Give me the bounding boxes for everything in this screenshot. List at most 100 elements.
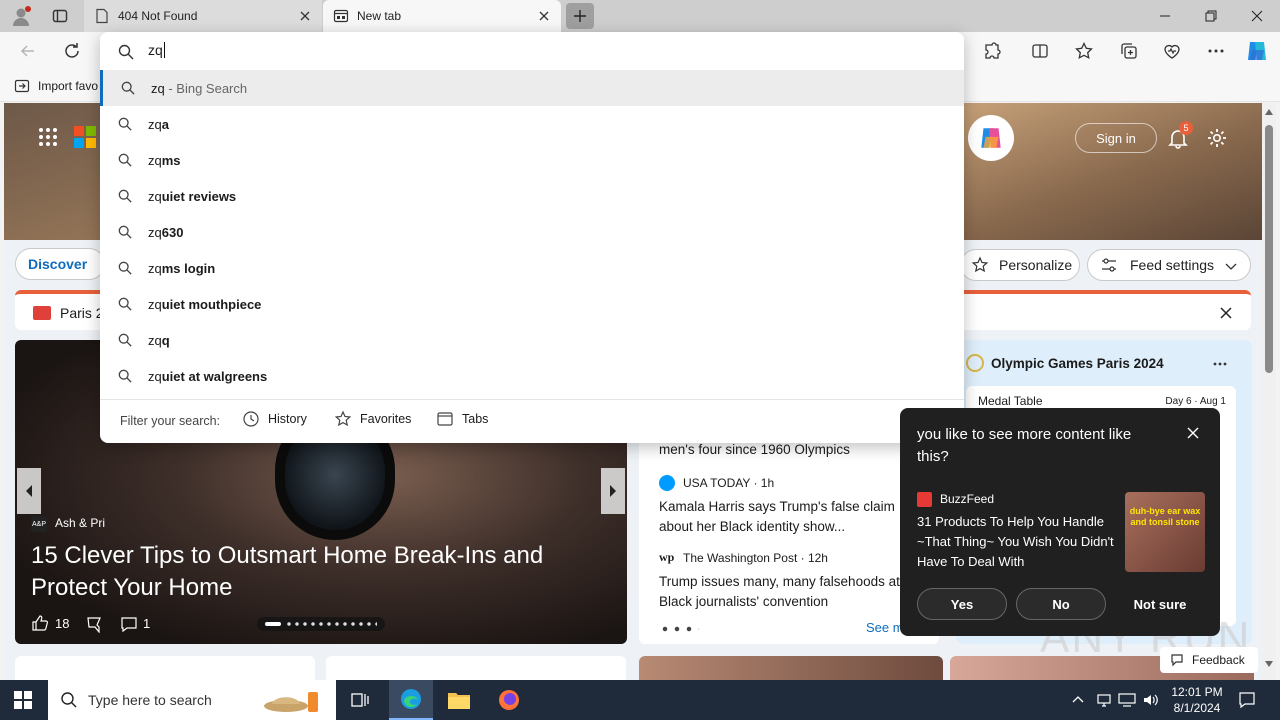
pagination-dots[interactable] — [659, 626, 699, 632]
tab-new-tab[interactable]: New tab — [323, 0, 561, 32]
address-input[interactable]: zq — [148, 42, 165, 58]
show-hidden-icons-chevron-icon[interactable] — [1071, 693, 1085, 707]
search-icon — [118, 153, 132, 167]
search-icon — [118, 261, 132, 275]
suggestion-text: zqq — [148, 333, 170, 348]
suggestion-item[interactable]: zq630 — [100, 214, 964, 250]
suggestion-item[interactable]: zqms login — [100, 250, 964, 286]
no-button[interactable]: No — [1016, 588, 1106, 620]
tab-discover[interactable]: Discover — [15, 248, 105, 280]
close-tab-icon[interactable] — [298, 9, 312, 23]
suggestion-item[interactable]: zq - Bing Search — [100, 70, 964, 106]
firefox-icon[interactable] — [497, 688, 521, 712]
profile-avatar-icon[interactable] — [10, 5, 32, 27]
browser-essentials-icon[interactable] — [1162, 41, 1182, 61]
suggestion-item[interactable]: zqa — [100, 106, 964, 142]
filter-favorites-label: Favorites — [360, 412, 412, 426]
notifications-center-icon[interactable] — [1238, 691, 1256, 709]
carousel-dots[interactable] — [257, 617, 385, 631]
suggestion-text: zquiet at walgreens — [148, 369, 267, 384]
tab-strip: 404 Not Found New tab — [0, 0, 1280, 32]
new-tab-button[interactable] — [566, 3, 594, 29]
microsoft-logo-icon — [74, 126, 96, 148]
suggestion-completion: uiet at walgreens — [161, 368, 268, 384]
page-scrollbar[interactable] — [1262, 103, 1276, 680]
copilot-button[interactable] — [968, 115, 1014, 161]
filter-tabs[interactable]: Tabs — [436, 410, 488, 428]
app-launcher-icon[interactable] — [38, 127, 58, 147]
suggestion-item[interactable]: zquiet at walgreens — [100, 358, 964, 394]
like-icon[interactable] — [31, 614, 49, 632]
extensions-icon[interactable] — [982, 41, 1002, 61]
back-icon[interactable] — [18, 41, 38, 61]
comment-count: 1 — [143, 616, 151, 631]
chevron-left-icon — [26, 485, 32, 497]
close-window-button[interactable] — [1234, 0, 1280, 32]
tab-actions-icon[interactable] — [52, 8, 68, 24]
suggestion-text: zq - Bing Search — [151, 81, 247, 96]
suggestion-typed: zq — [148, 332, 162, 348]
close-banner-icon[interactable] — [1219, 306, 1233, 320]
taskbar-search-box[interactable]: Type here to search — [48, 680, 336, 720]
news-headline[interactable]: men's four since 1960 Olympics — [659, 440, 929, 460]
suggestion-typed: zq — [148, 296, 162, 312]
feedback-button[interactable]: Feedback — [1160, 647, 1258, 673]
news-headline[interactable]: Kamala Harris says Trump's false claim a… — [659, 497, 921, 537]
notification-count-badge: 5 — [1179, 121, 1193, 135]
favorites-star-icon[interactable] — [1074, 41, 1094, 61]
suggestion-item[interactable]: zquiet mouthpiece — [100, 286, 964, 322]
yes-button[interactable]: Yes — [917, 588, 1007, 620]
scroll-down-arrow-icon[interactable] — [1265, 661, 1273, 667]
feed-settings-button[interactable]: Feed settings — [1087, 249, 1251, 281]
suggestion-completion: q — [161, 332, 170, 348]
address-input-value: zq — [148, 42, 163, 58]
network-status-icon[interactable] — [1096, 692, 1112, 708]
filter-favorites[interactable]: Favorites — [334, 410, 411, 428]
restore-button[interactable] — [1188, 0, 1234, 32]
scroll-up-arrow-icon[interactable] — [1265, 109, 1273, 115]
tab-404-not-found[interactable]: 404 Not Found — [84, 0, 322, 32]
more-options-icon[interactable] — [1206, 41, 1226, 61]
ethernet-icon[interactable] — [1118, 692, 1136, 708]
copilot-icon[interactable] — [1244, 38, 1270, 64]
olympics-title[interactable]: Olympic Games Paris 2024 — [991, 356, 1164, 371]
suggestion-item[interactable]: zqms — [100, 142, 964, 178]
suggestion-item[interactable]: zqq — [100, 322, 964, 358]
article-thumbnail[interactable]: duh-bye ear wax and tonsil stone — [1125, 492, 1205, 572]
task-view-icon[interactable] — [350, 690, 370, 710]
minimize-button[interactable] — [1142, 0, 1188, 32]
volume-icon[interactable] — [1142, 692, 1160, 708]
carousel-next-button[interactable] — [601, 468, 625, 514]
system-clock[interactable]: 12:01 PM 8/1/2024 — [1166, 684, 1228, 716]
close-popup-icon[interactable] — [1186, 426, 1200, 440]
news-headline[interactable]: Trump issues many, many falsehoods at Bl… — [659, 572, 921, 612]
popup-headline[interactable]: 31 Products To Help You Handle ~That Thi… — [917, 512, 1117, 572]
search-icon — [118, 297, 132, 311]
suggestion-item[interactable]: zquiet reviews — [100, 178, 964, 214]
edge-taskbar-button[interactable] — [389, 680, 433, 720]
file-explorer-icon[interactable] — [447, 689, 471, 711]
comment-icon[interactable] — [120, 615, 138, 633]
not-sure-button[interactable]: Not sure — [1115, 588, 1205, 620]
personalize-button[interactable]: Personalize — [960, 249, 1080, 281]
buzzfeed-logo-icon — [917, 492, 932, 507]
collections-icon[interactable] — [1119, 41, 1139, 61]
refresh-icon[interactable] — [62, 41, 82, 61]
olympics-logo-icon — [966, 354, 984, 372]
see-more-link[interactable]: See m — [866, 620, 904, 635]
story-title[interactable]: 15 Clever Tips to Outsmart Home Break-In… — [31, 540, 591, 604]
windows-start-icon[interactable] — [14, 691, 32, 709]
copilot-icon — [981, 128, 1001, 148]
suggestion-completion: a — [161, 116, 169, 132]
settings-gear-icon[interactable] — [1206, 127, 1228, 149]
filter-history[interactable]: History — [242, 410, 307, 428]
dislike-icon[interactable] — [85, 615, 103, 633]
import-favorites-link[interactable]: Import favo — [38, 79, 98, 93]
scrollbar-thumb[interactable] — [1265, 125, 1273, 373]
split-screen-icon[interactable] — [1030, 41, 1050, 61]
close-tab-icon[interactable] — [537, 9, 551, 23]
carousel-prev-button[interactable] — [17, 468, 41, 514]
more-icon[interactable] — [1212, 356, 1228, 372]
suggestion-typed: zq — [148, 188, 162, 204]
sign-in-button[interactable]: Sign in — [1075, 123, 1157, 153]
